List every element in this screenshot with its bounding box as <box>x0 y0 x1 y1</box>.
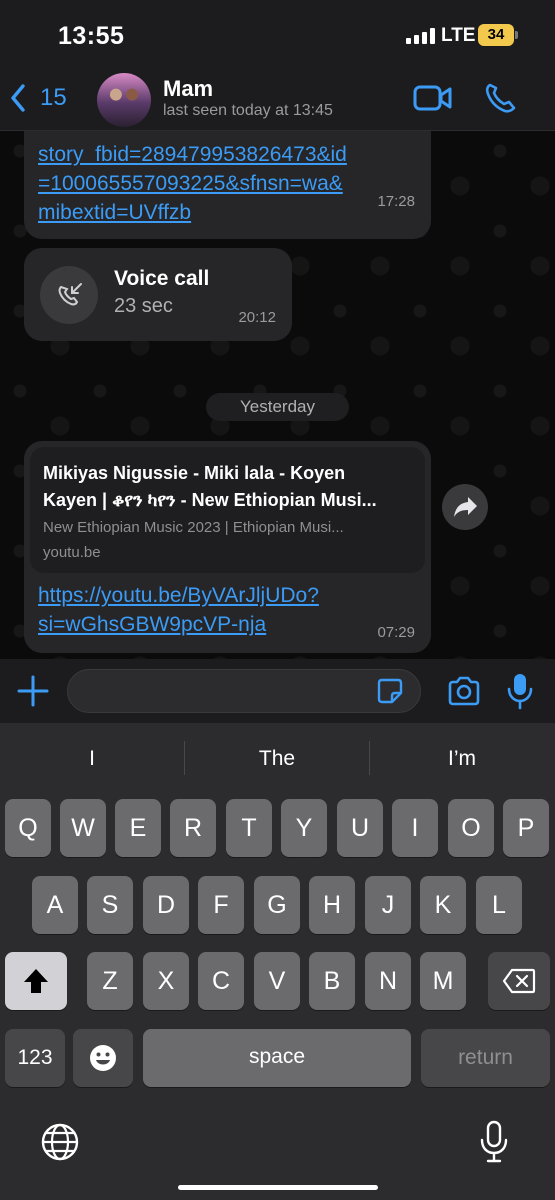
unread-count: 15 <box>40 84 67 111</box>
preview-title: Kayen | ቆየን ካየን - New Ethiopian Musi... <box>43 490 377 510</box>
link-line[interactable]: story_fbid=289479953826473&id <box>38 140 347 169</box>
return-key[interactable]: return <box>421 1029 550 1087</box>
key-d[interactable]: D <box>143 876 189 934</box>
dictation-mic-icon <box>480 1120 508 1163</box>
call-title: Voice call <box>114 267 210 290</box>
key-k[interactable]: K <box>420 876 466 934</box>
phone-icon <box>485 83 516 113</box>
link-message-bubble[interactable]: _,_,_,_,_____________,_,__,_, story_fbid… <box>24 131 431 239</box>
camera-button[interactable] <box>447 676 481 706</box>
key-w[interactable]: W <box>60 799 106 857</box>
link-line-partial[interactable]: _,_,_,_,_____________,_,__,_, <box>38 131 388 134</box>
voice-call-bubble[interactable]: Voice call 23 sec 20:12 <box>24 248 292 341</box>
key-x[interactable]: X <box>143 952 189 1010</box>
home-indicator[interactable] <box>178 1185 378 1190</box>
sticker-button[interactable] <box>377 678 403 704</box>
key-e[interactable]: E <box>115 799 161 857</box>
preview-title: Mikiyas Nigussie - Miki lala - Koyen <box>43 463 346 483</box>
key-z[interactable]: Z <box>87 952 133 1010</box>
message-time: 20:12 <box>238 309 276 326</box>
preview-domain: youtu.be <box>43 544 101 561</box>
key-s[interactable]: S <box>87 876 133 934</box>
key-f[interactable]: F <box>198 876 244 934</box>
key-o[interactable]: O <box>448 799 494 857</box>
shift-icon <box>24 969 48 993</box>
back-chevron-icon <box>11 84 25 112</box>
message-time: 17:28 <box>377 193 415 210</box>
key-i[interactable]: I <box>392 799 438 857</box>
globe-key[interactable] <box>40 1122 80 1162</box>
video-call-button[interactable] <box>413 84 453 112</box>
date-divider: Yesterday <box>206 393 349 421</box>
key-l[interactable]: L <box>476 876 522 934</box>
link-preview-card[interactable]: Mikiyas Nigussie - Miki lala - Koyen Kay… <box>30 447 425 573</box>
preview-description: New Ethiopian Music 2023 | Ethiopian Mus… <box>43 519 344 536</box>
voice-note-button[interactable] <box>507 672 533 710</box>
dictation-key[interactable] <box>479 1120 509 1164</box>
missed-call-icon <box>58 283 82 306</box>
key-a[interactable]: A <box>32 876 78 934</box>
signal-icon <box>406 28 435 44</box>
sticker-icon <box>377 678 403 704</box>
key-r[interactable]: R <box>170 799 216 857</box>
forward-icon <box>454 497 477 517</box>
plus-icon <box>17 675 49 707</box>
voice-call-button[interactable] <box>484 82 518 114</box>
link-line[interactable]: =100065557093225&sfnsn=wa& <box>38 169 343 198</box>
message-input[interactable] <box>67 669 421 713</box>
prediction-2[interactable]: The <box>186 737 368 781</box>
backspace-icon <box>502 968 536 994</box>
emoji-key[interactable] <box>73 1029 133 1087</box>
backspace-key[interactable] <box>488 952 550 1010</box>
key-q[interactable]: Q <box>5 799 51 857</box>
globe-icon <box>41 1123 79 1161</box>
chat-header <box>0 70 555 131</box>
link-line[interactable]: mibextid=UVffzb <box>38 198 191 227</box>
call-duration: 23 sec <box>114 295 173 317</box>
key-u[interactable]: U <box>337 799 383 857</box>
prediction-divider <box>369 741 370 775</box>
forward-button[interactable] <box>442 484 488 530</box>
prediction-1[interactable]: I <box>1 737 183 781</box>
mic-icon <box>507 674 533 710</box>
battery-icon: 34 <box>478 24 514 46</box>
space-key[interactable]: space <box>143 1029 411 1087</box>
prediction-3[interactable]: I’m <box>371 737 553 781</box>
key-m[interactable]: M <box>420 952 466 1010</box>
avatar[interactable] <box>97 73 151 127</box>
shift-key[interactable] <box>5 952 67 1010</box>
youtube-link[interactable]: https://youtu.be/ByVArJljUDo? <box>38 581 319 610</box>
battery-tip <box>515 31 518 39</box>
attach-button[interactable] <box>16 674 50 708</box>
youtube-message-bubble[interactable]: Mikiyas Nigussie - Miki lala - Koyen Kay… <box>24 441 431 653</box>
video-call-icon <box>413 85 452 111</box>
chat-area[interactable]: _,_,_,_,_____________,_,__,_, story_fbid… <box>0 131 555 659</box>
key-b[interactable]: B <box>309 952 355 1010</box>
prediction-divider <box>184 741 185 775</box>
emoji-icon <box>90 1045 116 1071</box>
key-j[interactable]: J <box>365 876 411 934</box>
key-g[interactable]: G <box>254 876 300 934</box>
message-time: 07:29 <box>377 624 415 641</box>
contact-name[interactable]: Mam <box>163 76 213 102</box>
network-type: LTE <box>441 25 476 46</box>
key-h[interactable]: H <box>309 876 355 934</box>
numbers-key[interactable]: 123 <box>5 1029 65 1087</box>
key-t[interactable]: T <box>226 799 272 857</box>
key-v[interactable]: V <box>254 952 300 1010</box>
back-button[interactable]: 15 <box>10 78 80 118</box>
key-y[interactable]: Y <box>281 799 327 857</box>
camera-icon <box>448 676 480 706</box>
key-c[interactable]: C <box>198 952 244 1010</box>
key-p[interactable]: P <box>503 799 549 857</box>
status-time: 13:55 <box>58 22 125 50</box>
call-icon-circle <box>40 266 98 324</box>
youtube-link[interactable]: si=wGhsGBW9pcVP-nja <box>38 610 266 639</box>
last-seen: last seen today at 13:45 <box>163 102 333 119</box>
key-n[interactable]: N <box>365 952 411 1010</box>
